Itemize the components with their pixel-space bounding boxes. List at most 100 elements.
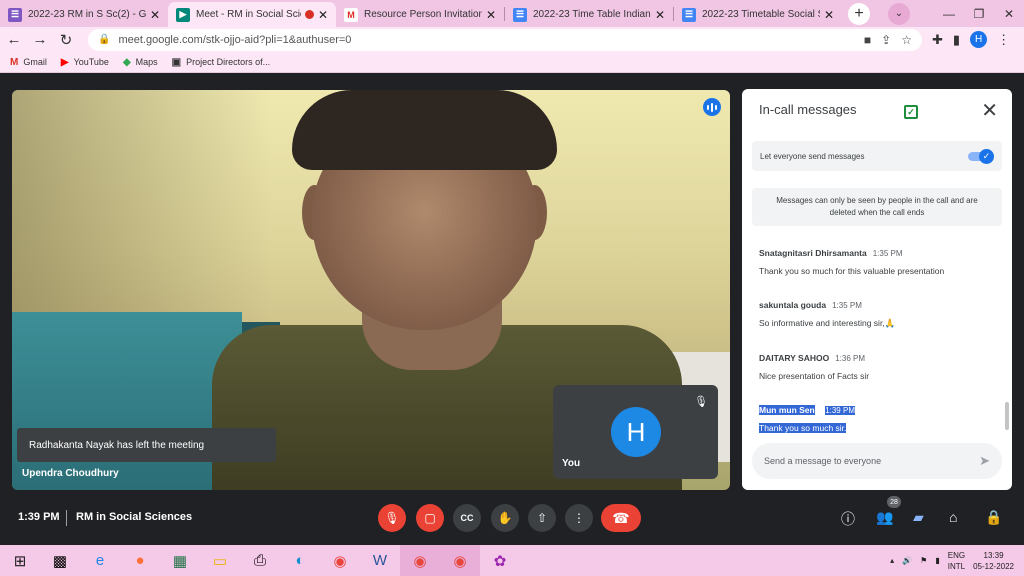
- youtube-icon: ▶: [60, 56, 69, 68]
- bookmark-project-directors[interactable]: ▣ Project Directors of...: [172, 57, 270, 68]
- captions-button[interactable]: CC: [453, 504, 481, 532]
- tab-meet[interactable]: ▶ Meet - RM in Social Science ✕: [168, 2, 336, 27]
- message-input[interactable]: Send a message to everyone ➤: [752, 443, 1002, 479]
- excel-icon[interactable]: ▦: [160, 545, 200, 576]
- battery-icon[interactable]: ▮: [935, 556, 939, 565]
- word-icon[interactable]: W: [360, 545, 400, 576]
- tab-title: Meet - RM in Social Science: [196, 9, 301, 20]
- lock-icon[interactable]: 🔒: [98, 34, 110, 45]
- message-time: 1:35 PM: [832, 301, 862, 310]
- file-explorer-icon[interactable]: ▭: [200, 545, 240, 576]
- bookmark-youtube[interactable]: ▶ YouTube: [61, 57, 109, 68]
- more-icon: ⋮: [573, 511, 585, 525]
- firefox-icon[interactable]: ●: [120, 545, 160, 576]
- extensions-icon[interactable]: ✚: [932, 32, 943, 48]
- bookmark-star-icon[interactable]: ☆: [901, 33, 912, 47]
- setting-label: Let everyone send messages: [760, 151, 865, 161]
- profile-avatar[interactable]: H: [970, 31, 988, 48]
- leave-call-button[interactable]: ☎: [601, 504, 641, 532]
- language-indicator[interactable]: ENG INTL: [948, 550, 965, 572]
- info-icon[interactable]: ⓘ: [841, 509, 855, 529]
- more-options-button[interactable]: ⋮: [565, 504, 593, 532]
- present-button[interactable]: ⇧: [528, 504, 556, 532]
- participants-count: 28: [887, 496, 901, 508]
- message-list: Snatagnitasri Dhirsamanta 1:35 PM Thank y…: [759, 243, 999, 455]
- tab-sheets[interactable]: ☰ 2022-23 RM in S Sc(2) - Google ✕: [0, 2, 168, 27]
- hand-icon: ✋: [497, 511, 513, 525]
- tab-title: 2022-23 Timetable Social Scie: [702, 9, 820, 20]
- close-icon[interactable]: ✕: [824, 8, 834, 22]
- raise-hand-button[interactable]: ✋: [491, 504, 519, 532]
- chrome-profile-icon[interactable]: ◉: [440, 545, 480, 576]
- activities-icon[interactable]: ⌂: [949, 509, 957, 525]
- host-controls-icon[interactable]: 🔒: [985, 509, 1002, 526]
- docs-icon: ☰: [682, 7, 696, 22]
- address-bar[interactable]: 🔒 meet.google.com/stk-ojjo-aid?pli=1&aut…: [88, 28, 922, 51]
- edge-icon[interactable]: ◐: [280, 545, 320, 576]
- docs-icon: ☰: [513, 7, 527, 22]
- camera-toggle-button[interactable]: ▢: [416, 504, 444, 532]
- chat-panel: In-call messages ✓ ✕ Let everyone send m…: [742, 89, 1012, 490]
- window-close-icon[interactable]: ✕: [994, 7, 1024, 21]
- notification-toast: Radhakanta Nayak has left the meeting: [17, 428, 276, 462]
- back-icon[interactable]: ←: [2, 31, 26, 48]
- tab-gmail[interactable]: M Resource Person Invitation: Re ✕: [336, 2, 504, 27]
- close-icon[interactable]: ✕: [150, 8, 160, 22]
- minimize-icon[interactable]: —: [934, 7, 964, 21]
- close-icon[interactable]: ✕: [981, 98, 998, 123]
- mic-toggle-button[interactable]: 🎙: [378, 504, 406, 532]
- bookmark-maps[interactable]: ◆ Maps: [123, 57, 158, 68]
- bookmark-gmail[interactable]: M Gmail: [10, 57, 47, 68]
- new-tab-button[interactable]: +: [848, 3, 870, 25]
- edge-legacy-icon[interactable]: e: [80, 545, 120, 576]
- camera-icon[interactable]: ■: [864, 33, 871, 47]
- tab-search-icon[interactable]: ⌄: [888, 2, 910, 25]
- tab-docs-2[interactable]: ☰ 2022-23 Timetable Social Scie ✕: [674, 2, 842, 27]
- allow-messages-setting: Let everyone send messages ✓: [752, 141, 1002, 171]
- self-video-tile[interactable]: 🎙 H You: [553, 385, 718, 479]
- start-icon[interactable]: ⊞: [0, 545, 40, 576]
- message-sender: Snatagnitasri Dhirsamanta: [759, 248, 867, 258]
- close-icon[interactable]: ✕: [655, 8, 665, 22]
- chrome-profile-icon[interactable]: ◉: [400, 545, 440, 576]
- close-icon[interactable]: ✕: [486, 8, 496, 22]
- url-text: meet.google.com/stk-ojjo-aid?pli=1&authu…: [118, 33, 352, 46]
- message-sender: DAITARY SAHOO: [759, 353, 830, 363]
- mic-off-icon: 🎙: [694, 396, 708, 408]
- audio-level-icon: [703, 98, 721, 116]
- app-icon[interactable]: ▩: [40, 545, 80, 576]
- tab-docs-1[interactable]: ☰ 2022-23 Time Table Indian Lan ✕: [505, 2, 673, 27]
- message-text: Nice presentation of Facts sir: [759, 371, 870, 381]
- bookmark-label: Gmail: [23, 57, 47, 67]
- mic-off-icon: 🎙: [384, 511, 400, 525]
- chevron-up-icon[interactable]: ▴: [890, 556, 894, 565]
- send-icon[interactable]: ➤: [979, 453, 990, 469]
- chat-notice: Messages can only be seen by people in t…: [752, 188, 1002, 226]
- people-icon[interactable]: 👥: [876, 509, 893, 526]
- network-icon[interactable]: ⚑: [920, 556, 927, 565]
- menu-icon[interactable]: ⋮: [997, 32, 1010, 48]
- message-sender: Mun mun Sen: [759, 405, 815, 415]
- printer-icon[interactable]: ⎙: [240, 545, 280, 576]
- site-icon: ▣: [171, 56, 182, 68]
- reload-icon[interactable]: ↻: [54, 31, 78, 49]
- forward-icon[interactable]: →: [28, 31, 52, 48]
- close-icon[interactable]: ✕: [318, 8, 328, 22]
- sidepanel-icon[interactable]: ▮: [953, 32, 960, 48]
- chat-scrollbar[interactable]: [1005, 402, 1009, 430]
- chrome-icon[interactable]: ◉: [320, 545, 360, 576]
- restore-icon[interactable]: ❐: [964, 7, 994, 21]
- meeting-clock: 1:39 PM: [18, 511, 60, 523]
- chat-icon[interactable]: ▰: [913, 509, 924, 526]
- allow-messages-toggle[interactable]: ✓: [968, 149, 994, 164]
- message-text: Thank you so much for this valuable pres…: [759, 266, 945, 276]
- share-icon[interactable]: ⇪: [881, 33, 891, 47]
- photos-icon[interactable]: ✿: [480, 545, 520, 576]
- taskbar-clock[interactable]: 13:39 05-12-2022: [973, 550, 1014, 572]
- chat-message: DAITARY SAHOO 1:36 PM Nice presentation o…: [759, 348, 999, 381]
- checkbox-icon[interactable]: ✓: [904, 105, 918, 119]
- maps-icon: ◆: [122, 56, 131, 68]
- message-time: 1:39 PM: [825, 406, 855, 415]
- divider: [66, 510, 67, 526]
- volume-icon[interactable]: 🔊: [902, 556, 912, 565]
